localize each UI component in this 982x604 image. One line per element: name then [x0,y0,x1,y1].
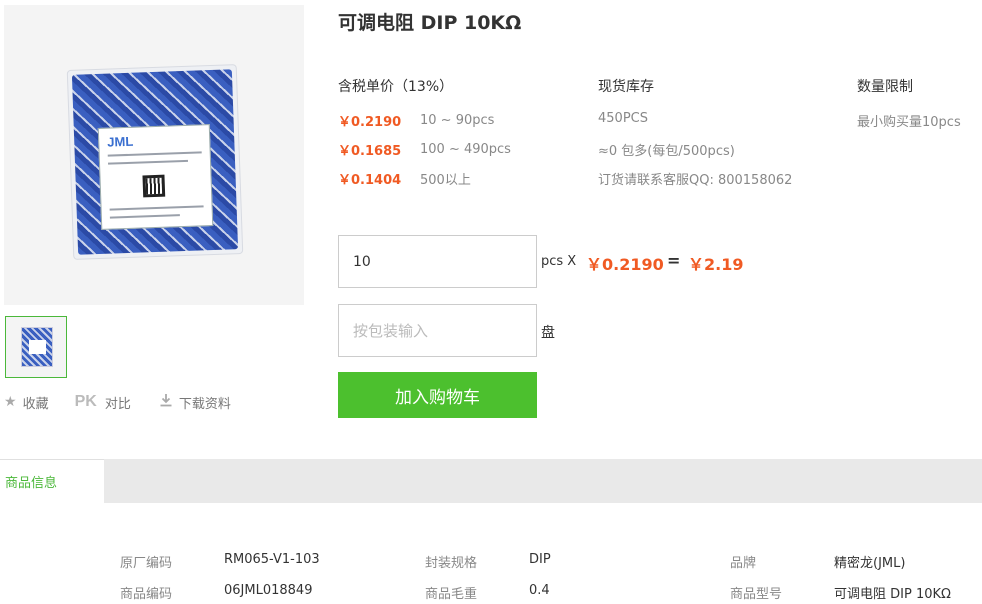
product-bag-picture: JML [66,64,244,260]
stock-quantity: 450PCS [598,111,648,126]
equals-sign: = [667,251,681,270]
stock-header: 现货库存 [598,79,654,95]
tier-range: 500以上 [420,172,471,188]
stock-packages: ≈0 包多(每包/500pcs) [598,144,735,159]
tier-price: ￥0.1685 [338,143,402,159]
info-value: 精密龙(JML) [834,556,906,571]
tab-product-info[interactable]: 商品信息 [0,459,104,503]
tier-price: ￥0.2190 [338,114,402,130]
price-tier: ￥0.1685 100 ~ 490pcs [338,141,511,159]
price-tier: ￥0.2190 10 ~ 90pcs [338,112,495,130]
pcs-unit-label: pcs X [541,254,577,269]
info-label: 品牌 [730,556,757,571]
product-main-image: JML [4,5,304,305]
package-quantity-input[interactable] [338,304,537,357]
download-icon [159,393,173,411]
quantity-input[interactable] [338,235,537,288]
tab-bar: 商品信息 [0,459,982,503]
unit-price: ￥0.2190 [586,255,664,274]
info-label: 商品毛重 [425,587,478,602]
compare-label: 对比 [104,396,131,412]
info-label: 商品型号 [730,587,783,602]
info-label: 原厂编码 [120,556,173,571]
tier-range: 10 ~ 90pcs [420,112,495,128]
product-actions: ★ 收藏 PK 对比 下载资料 [4,392,253,412]
compare-button[interactable]: PK 对比 [75,393,131,412]
info-value: 可调电阻 DIP 10KΩ [834,587,951,602]
info-label: 商品编码 [120,587,173,602]
bag-label: JML [97,124,214,230]
package-unit-label: 盘 [541,325,555,341]
favorite-label: 收藏 [22,396,49,412]
star-icon: ★ [4,394,17,410]
qr-code-icon [142,174,166,198]
minimum-order: 最小购买量10pcs [857,115,961,130]
add-to-cart-button[interactable]: 加入购物车 [338,372,537,418]
stock-contact: 订货请联系客服QQ: 800158062 [598,173,793,188]
product-title: 可调电阻 DIP 10KΩ [338,12,522,34]
info-label: 封装规格 [425,556,478,571]
favorite-button[interactable]: ★ 收藏 [4,393,49,412]
pk-icon: PK [74,393,97,410]
limit-header: 数量限制 [857,79,913,95]
total-price: ￥2.19 [688,255,744,274]
tier-price: ￥0.1404 [338,172,402,188]
info-value: DIP [529,552,551,567]
tier-range: 100 ~ 490pcs [420,141,511,157]
download-button[interactable]: 下载资料 [159,393,231,412]
product-thumbnail[interactable] [5,316,67,378]
bag-logo: JML [107,133,134,150]
download-label: 下载资料 [178,396,231,412]
price-header: 含税单价（13%） [338,79,454,95]
info-value: RM065-V1-103 [224,552,320,567]
price-tier: ￥0.1404 500以上 [338,170,471,188]
info-value: 0.4 [529,583,550,598]
info-value: 06JML018849 [224,583,313,598]
